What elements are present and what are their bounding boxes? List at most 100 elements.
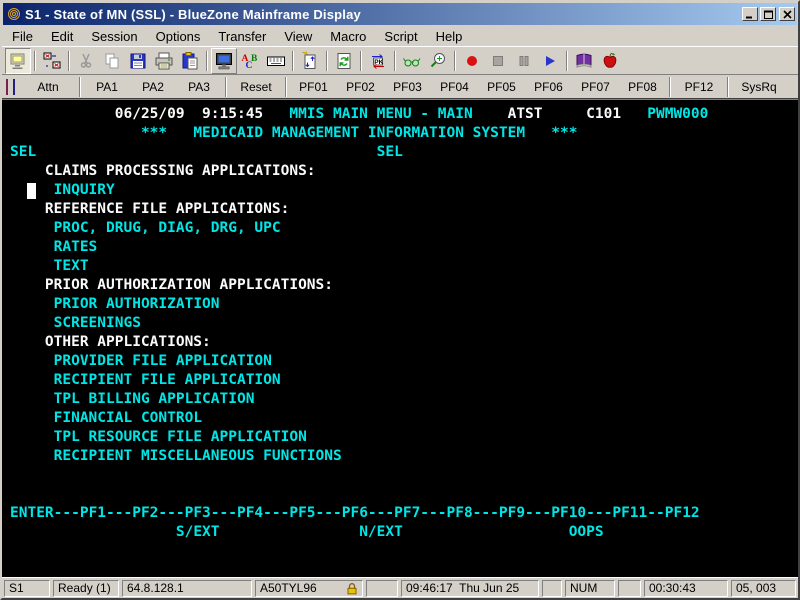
terminal-text: N/EXT: [359, 523, 403, 542]
play-button[interactable]: [537, 48, 563, 74]
minimize-button[interactable]: [742, 7, 758, 21]
about-apple-icon: [600, 51, 620, 71]
terminal-row: TEXT: [2, 257, 798, 276]
terminal-text: TPL RESOURCE FILE APPLICATION: [54, 428, 307, 447]
font-icon: ACB: [240, 51, 260, 71]
bluezone-logo-icon: [6, 6, 22, 22]
display-settings-button[interactable]: [211, 48, 237, 74]
fkey-pf04-button[interactable]: PF04: [431, 77, 478, 97]
record-icon: [462, 51, 482, 71]
fkey-pa3-button[interactable]: PA3: [176, 77, 222, 97]
print-button[interactable]: [151, 48, 177, 74]
fkey-attn-button[interactable]: Attn: [20, 77, 76, 97]
view-glasses-button[interactable]: [399, 48, 425, 74]
paste-button[interactable]: [177, 48, 203, 74]
maximize-button[interactable]: [760, 7, 776, 21]
keyboard-button[interactable]: [263, 48, 289, 74]
terminal-row: RATES: [2, 238, 798, 257]
cut-button[interactable]: [73, 48, 99, 74]
font-button[interactable]: ACB: [237, 48, 263, 74]
stop-button[interactable]: [485, 48, 511, 74]
file-transfer-icon: [300, 51, 320, 71]
fkey-reset-button[interactable]: Reset: [230, 77, 282, 97]
print-icon: [154, 51, 174, 71]
terminal-text: RECIPIENT MISCELLANEOUS FUNCTIONS: [54, 447, 342, 466]
close-button[interactable]: [779, 7, 795, 21]
function-key-bar: AttnPA1PA2PA3ResetPF01PF02PF03PF04PF05PF…: [2, 75, 798, 99]
terminal-text: RECIPIENT FILE APPLICATION: [54, 371, 281, 390]
fkey-pf03-button[interactable]: PF03: [384, 77, 431, 97]
fkey-sysrq-button[interactable]: SysRq: [732, 77, 786, 97]
menu-item-file[interactable]: File: [3, 27, 42, 46]
menu-item-script[interactable]: Script: [375, 27, 426, 46]
jump-session-button[interactable]: [39, 48, 65, 74]
record-button[interactable]: [459, 48, 485, 74]
save-button[interactable]: [125, 48, 151, 74]
terminal-text: FINANCIAL CONTROL: [54, 409, 202, 428]
terminal-row: INQUIRY: [2, 181, 798, 200]
fkey-separator: [225, 77, 227, 97]
toolbar-separator: [566, 51, 568, 71]
zoom-icon: [428, 51, 448, 71]
fkey-pf06-button[interactable]: PF06: [525, 77, 572, 97]
pause-button[interactable]: [511, 48, 537, 74]
terminal-row: PROVIDER FILE APPLICATION: [2, 352, 798, 371]
cut-icon: [76, 51, 96, 71]
status-text-lu-name: A50TYL96: [260, 581, 344, 595]
menu-item-options[interactable]: Options: [147, 27, 210, 46]
fkey-pf02-button[interactable]: PF02: [337, 77, 384, 97]
menu-item-help[interactable]: Help: [427, 27, 472, 46]
status-panel-host-address: 64.8.128.1: [122, 580, 252, 597]
program-keys-button[interactable]: PK: [365, 48, 391, 74]
connect-button[interactable]: [5, 48, 31, 74]
terminal-text: *** MEDICAID MANAGEMENT INFORMATION SYST…: [141, 124, 578, 143]
terminal-row: [2, 485, 798, 504]
help-book-icon: [574, 51, 594, 71]
paste-icon: [180, 51, 200, 71]
status-panel-clock: 09:46:17 Thu Jun 25: [401, 580, 539, 597]
status-text-host-status: Ready (1): [58, 581, 114, 595]
file-transfer-button[interactable]: [297, 48, 323, 74]
view-glasses-icon: [402, 51, 422, 71]
toolbar-separator: [206, 51, 208, 71]
terminal-text: SCREENINGS: [54, 314, 141, 333]
toolbar-separator: [360, 51, 362, 71]
zoom-button[interactable]: [425, 48, 451, 74]
refresh-page-button[interactable]: [331, 48, 357, 74]
menu-item-view[interactable]: View: [275, 27, 321, 46]
terminal-screen[interactable]: 06/25/09 9:15:45MMIS MAIN MENU - MAINATS…: [2, 99, 798, 579]
status-text-host-address: 64.8.128.1: [127, 581, 247, 595]
toolbar: ACB PK: [2, 46, 798, 75]
window-title: S1 - State of MN (SSL) - BlueZone Mainfr…: [25, 7, 740, 22]
status-panel-host-status: Ready (1): [53, 580, 119, 597]
status-text-session-timer: 00:30:43: [649, 581, 723, 595]
fkey-pa1-button[interactable]: PA1: [84, 77, 130, 97]
status-panel-session-timer: 00:30:43: [644, 580, 728, 597]
menu-item-macro[interactable]: Macro: [321, 27, 375, 46]
terminal-text: REFERENCE FILE APPLICATIONS:: [45, 200, 289, 219]
terminal-text: TEXT: [54, 257, 89, 276]
fkey-pf12-button[interactable]: PF12: [674, 77, 724, 97]
toolbar-grip: [13, 79, 15, 95]
toolbar-separator: [394, 51, 396, 71]
copy-button[interactable]: [99, 48, 125, 74]
menu-item-transfer[interactable]: Transfer: [209, 27, 275, 46]
pause-icon: [514, 51, 534, 71]
fkey-pf07-button[interactable]: PF07: [572, 77, 619, 97]
play-icon: [540, 51, 560, 71]
title-bar[interactable]: S1 - State of MN (SSL) - BlueZone Mainfr…: [3, 3, 797, 25]
fkey-separator: [669, 77, 671, 97]
bluezone-window: S1 - State of MN (SSL) - BlueZone Mainfr…: [0, 0, 800, 600]
copy-icon: [102, 51, 122, 71]
display-settings-icon: [214, 51, 234, 71]
menu-item-session[interactable]: Session: [82, 27, 146, 46]
menu-item-edit[interactable]: Edit: [42, 27, 82, 46]
about-apple-button[interactable]: [597, 48, 623, 74]
terminal-row: RECIPIENT MISCELLANEOUS FUNCTIONS: [2, 447, 798, 466]
fkey-pf01-button[interactable]: PF01: [290, 77, 337, 97]
help-book-button[interactable]: [571, 48, 597, 74]
terminal-row: SELSEL: [2, 143, 798, 162]
fkey-pf08-button[interactable]: PF08: [619, 77, 666, 97]
fkey-pa2-button[interactable]: PA2: [130, 77, 176, 97]
fkey-pf05-button[interactable]: PF05: [478, 77, 525, 97]
